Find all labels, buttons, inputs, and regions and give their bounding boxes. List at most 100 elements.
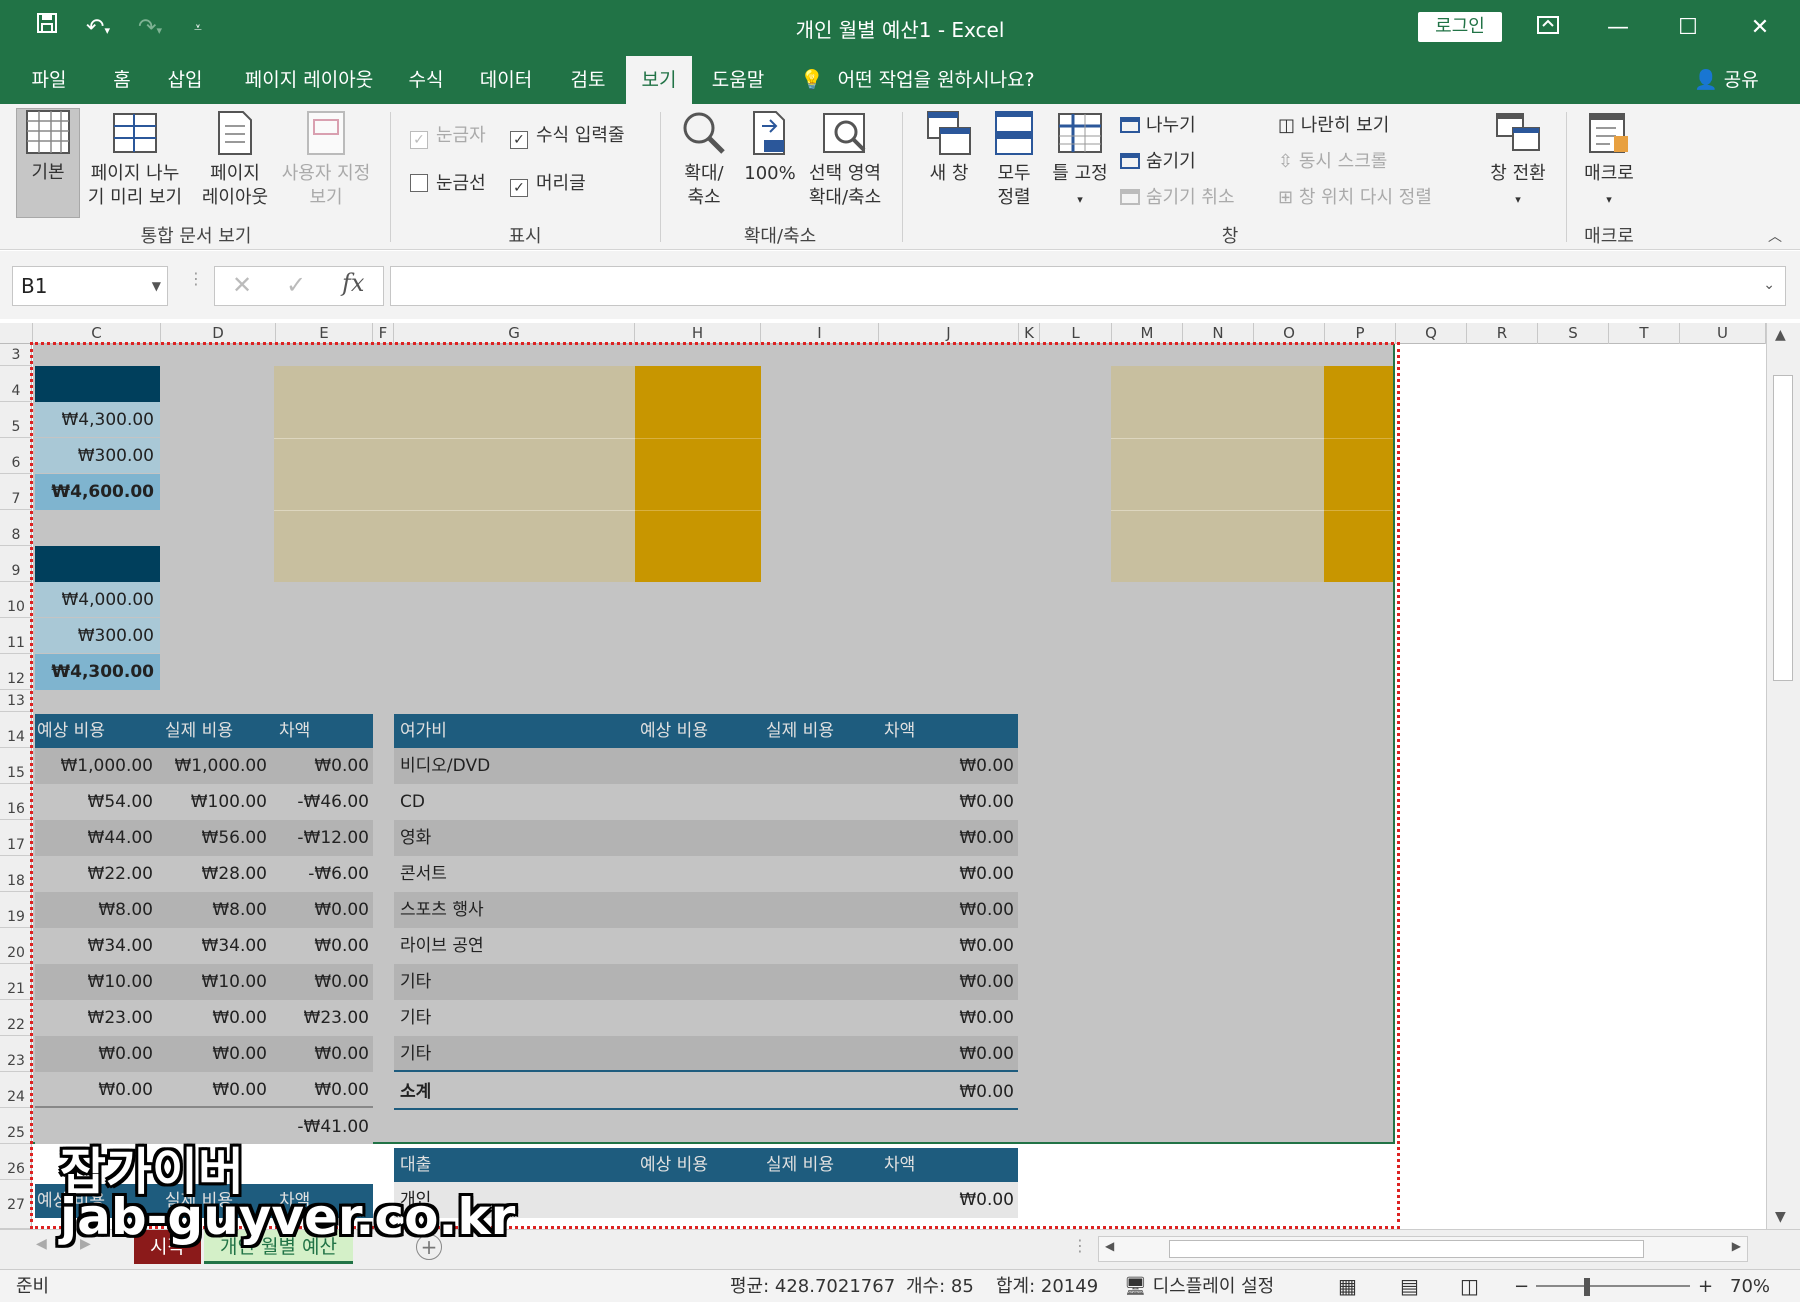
view-side-by-side-button[interactable]: ◫ 나란히 보기 — [1278, 114, 1389, 138]
share-button[interactable]: 👤 공유 — [1694, 56, 1759, 104]
vertical-scrollbar[interactable]: ▲ ▼ — [1766, 323, 1800, 1229]
new-window-button[interactable]: 새 창 — [918, 110, 980, 186]
maximize-icon[interactable]: ☐ — [1658, 10, 1718, 46]
tab-review[interactable]: 검토 — [556, 56, 620, 104]
row-header-25[interactable]: 25 — [0, 1108, 32, 1144]
tab-page-layout[interactable]: 페이지 레이아웃 — [226, 56, 392, 104]
table-row[interactable]: ₩44.00 ₩56.00 -₩12.00 — [35, 820, 373, 856]
unhide-button[interactable]: 숨기기 취소 — [1120, 186, 1235, 210]
split-button[interactable]: 나누기 — [1120, 114, 1196, 138]
table-row[interactable]: ₩23.00 ₩0.00 ₩23.00 — [35, 1000, 373, 1036]
table-row[interactable]: CD ₩0.00 — [394, 784, 1018, 820]
zoom-out-icon[interactable]: − — [1514, 1270, 1529, 1302]
column-header-n[interactable]: N — [1183, 323, 1254, 344]
login-button[interactable]: 로그인 — [1418, 12, 1502, 42]
table-row[interactable]: 기타 ₩0.00 — [394, 1036, 1018, 1072]
income-cell[interactable]: ₩4,300.00 — [35, 402, 160, 438]
row-header-5[interactable]: 5 — [0, 402, 32, 438]
table-row[interactable]: 콘서트 ₩0.00 — [394, 856, 1018, 892]
column-header-k[interactable]: K — [1019, 323, 1040, 344]
row-header-9[interactable]: 9 — [0, 546, 32, 582]
row-header-7[interactable]: 7 — [0, 474, 32, 510]
table-row[interactable]: 비디오/DVD ₩0.00 — [394, 748, 1018, 784]
table-row[interactable]: ₩34.00 ₩34.00 ₩0.00 — [35, 928, 373, 964]
table-row[interactable]: ₩54.00 ₩100.00 -₩46.00 — [35, 784, 373, 820]
horizontal-scrollbar[interactable]: ◀ ▶ — [1098, 1236, 1748, 1262]
row-header-23[interactable]: 23 — [0, 1036, 32, 1072]
formula-bar-checkbox[interactable]: ✓ 수식 입력줄 — [510, 124, 625, 149]
income-total-cell[interactable]: ₩4,600.00 — [35, 474, 160, 510]
column-header-o[interactable]: O — [1254, 323, 1325, 344]
tab-file[interactable]: 파일 — [18, 56, 80, 104]
column-header-m[interactable]: M — [1112, 323, 1183, 344]
name-box-dropdown-icon[interactable]: ▼ — [152, 267, 161, 305]
row-header-6[interactable]: 6 — [0, 438, 32, 474]
column-header-c[interactable]: C — [33, 323, 161, 344]
row-header-11[interactable]: 11 — [0, 618, 32, 654]
tab-home[interactable]: 홈 — [94, 56, 150, 104]
arrange-all-button[interactable]: 모두 정렬 — [986, 110, 1042, 210]
income-total-cell[interactable]: ₩4,300.00 — [35, 654, 160, 690]
row-header-12[interactable]: 12 — [0, 654, 32, 690]
hide-button[interactable]: 숨기기 — [1120, 150, 1196, 174]
zoom-slider-thumb[interactable] — [1584, 1278, 1590, 1296]
table-row[interactable]: ₩0.00 ₩0.00 ₩0.00 — [35, 1072, 373, 1108]
table-row[interactable]: ₩1,000.00 ₩1,000.00 ₩0.00 — [35, 748, 373, 784]
income-cell[interactable]: ₩300.00 — [35, 618, 160, 654]
page-layout-status-icon[interactable]: ▤ — [1400, 1270, 1419, 1302]
headings-checkbox[interactable]: ✓ 머리글 — [510, 172, 586, 197]
table-row[interactable]: 라이브 공연 ₩0.00 — [394, 928, 1018, 964]
display-settings-button[interactable]: 🖥 디스플레이 설정 — [1124, 1270, 1274, 1302]
column-header-d[interactable]: D — [161, 323, 276, 344]
row-header-20[interactable]: 20 — [0, 928, 32, 964]
select-all-corner[interactable] — [0, 323, 33, 344]
scroll-left-icon[interactable]: ◀ — [1105, 1239, 1114, 1253]
column-header-s[interactable]: S — [1538, 323, 1609, 344]
table-row[interactable]: 기타 ₩0.00 — [394, 964, 1018, 1000]
ribbon-display-icon[interactable] — [1518, 10, 1578, 46]
row-header-13[interactable]: 13 — [0, 690, 32, 712]
normal-view-button[interactable]: 기본 — [16, 108, 80, 218]
freeze-panes-button[interactable]: 틀 고정 ▾ — [1046, 110, 1114, 212]
horizontal-scroll-thumb[interactable] — [1169, 1240, 1644, 1258]
expand-formula-icon[interactable]: ⌄ — [1763, 277, 1775, 293]
page-break-status-icon[interactable]: ◫ — [1460, 1270, 1479, 1302]
row-header-21[interactable]: 21 — [0, 964, 32, 1000]
tab-help[interactable]: 도움말 — [702, 56, 774, 104]
row-header-8[interactable]: 8 — [0, 510, 32, 546]
scroll-right-icon[interactable]: ▶ — [1732, 1239, 1741, 1253]
name-box[interactable]: B1 ▼ — [12, 266, 168, 306]
column-header-e[interactable]: E — [276, 323, 373, 344]
switch-windows-button[interactable]: 창 전환 ▾ — [1480, 110, 1556, 212]
gridlines-checkbox[interactable]: 눈금선 — [410, 172, 486, 196]
minimize-icon[interactable]: — — [1588, 10, 1648, 46]
row-header-4[interactable]: 4 — [0, 366, 32, 402]
row-header-10[interactable]: 10 — [0, 582, 32, 618]
custom-views-button[interactable]: 사용자 지정 보기 — [276, 110, 376, 210]
worksheet-grid[interactable]: ₩4,300.00 ₩300.00 ₩4,600.00 ₩4,000.00 ₩3… — [33, 344, 1766, 1229]
row-header-15[interactable]: 15 — [0, 748, 32, 784]
row-header-14[interactable]: 14 — [0, 712, 32, 748]
column-header-i[interactable]: I — [761, 323, 879, 344]
formula-input[interactable]: ⌄ — [390, 266, 1786, 306]
table-row[interactable]: ₩10.00 ₩10.00 ₩0.00 — [35, 964, 373, 1000]
column-header-h[interactable]: H — [635, 323, 761, 344]
zoom-level[interactable]: 70% — [1730, 1270, 1770, 1302]
row-header-3[interactable]: 3 — [0, 344, 32, 366]
column-header-u[interactable]: U — [1680, 323, 1766, 344]
income-cell[interactable]: ₩4,000.00 — [35, 582, 160, 618]
row-header-17[interactable]: 17 — [0, 820, 32, 856]
prev-sheet-icon[interactable]: ◀ — [36, 1236, 47, 1252]
column-header-r[interactable]: R — [1467, 323, 1538, 344]
tab-view[interactable]: 보기 — [626, 56, 692, 104]
tab-formulas[interactable]: 수식 — [396, 56, 456, 104]
tab-insert[interactable]: 삽입 — [156, 56, 214, 104]
table-row[interactable]: ₩8.00 ₩8.00 ₩0.00 — [35, 892, 373, 928]
column-header-q[interactable]: Q — [1396, 323, 1467, 344]
close-icon[interactable]: ✕ — [1730, 10, 1790, 46]
page-layout-button[interactable]: 페이지 레이아웃 — [196, 110, 274, 210]
income-cell[interactable]: ₩300.00 — [35, 438, 160, 474]
zoom-slider[interactable] — [1536, 1285, 1690, 1287]
vertical-scroll-thumb[interactable] — [1773, 375, 1793, 681]
scroll-up-icon[interactable]: ▲ — [1775, 327, 1786, 343]
